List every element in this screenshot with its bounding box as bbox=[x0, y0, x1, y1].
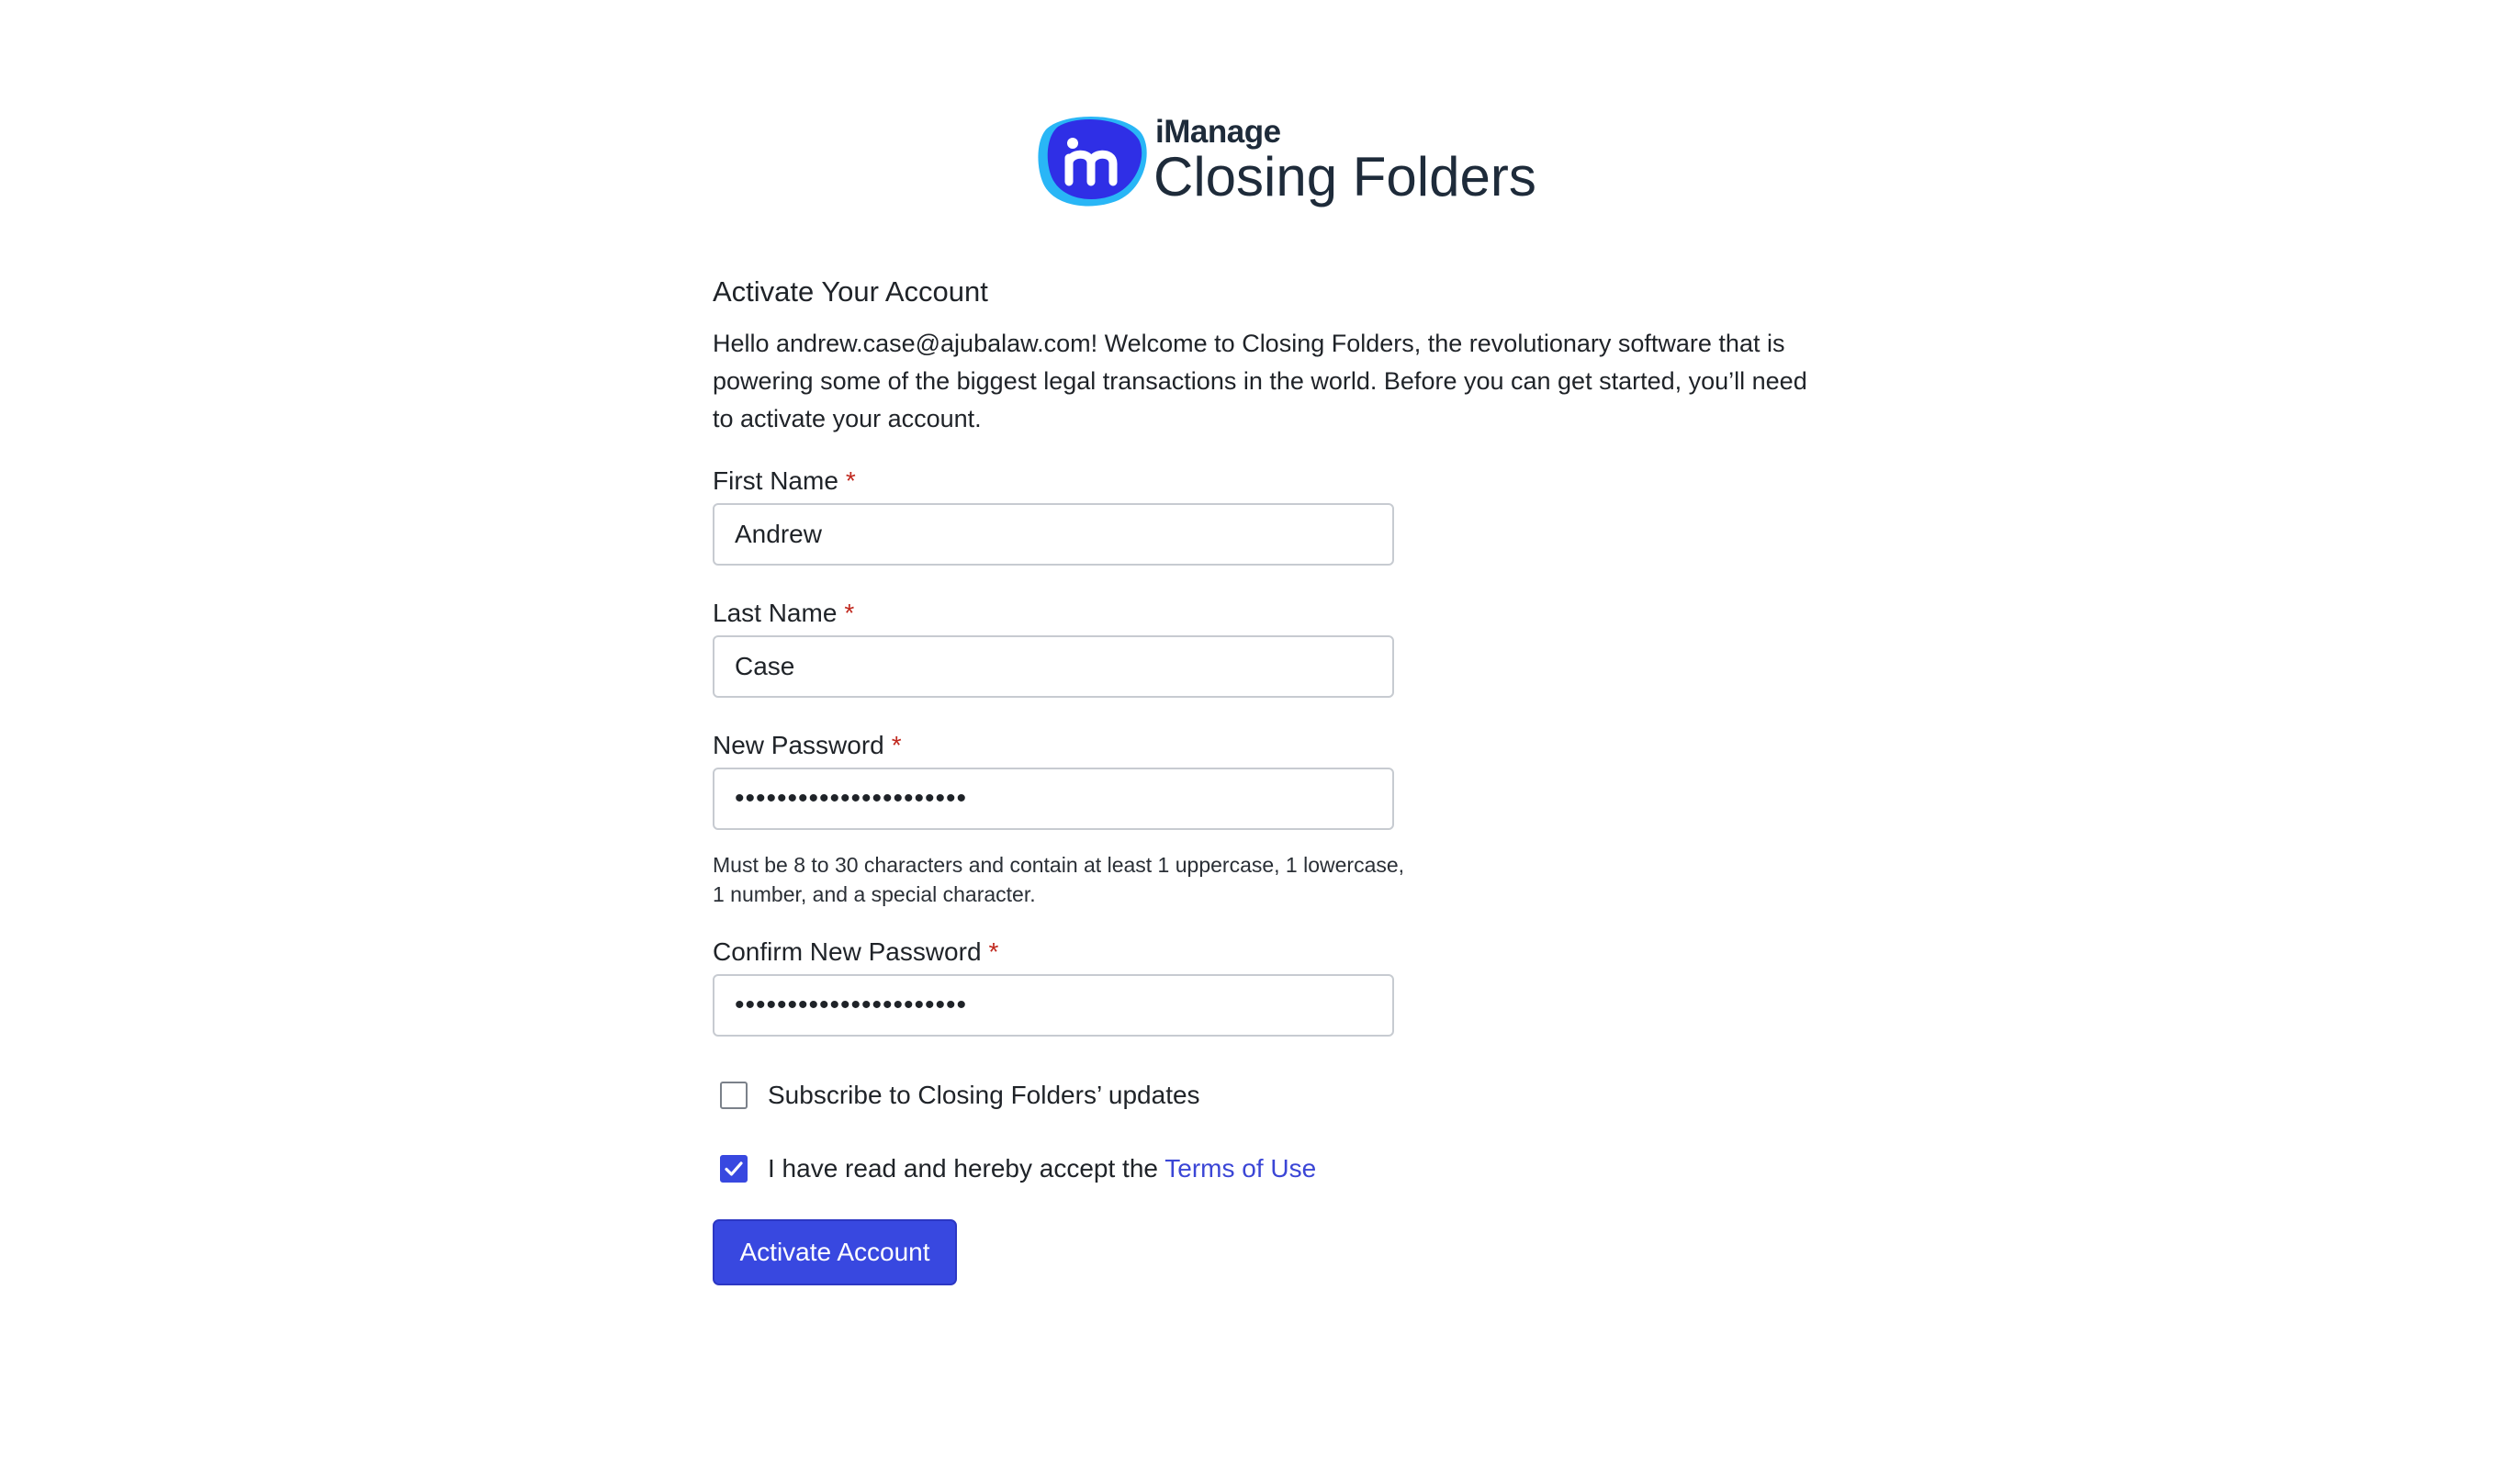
subscribe-label: Subscribe to Closing Folders’ updates bbox=[768, 1081, 1200, 1109]
new-password-label-text: New Password bbox=[713, 731, 884, 759]
last-name-input[interactable] bbox=[713, 635, 1394, 698]
confirm-password-label-text: Confirm New Password bbox=[713, 937, 982, 966]
terms-of-use-link[interactable]: Terms of Use bbox=[1164, 1154, 1316, 1183]
subscribe-option[interactable]: Subscribe to Closing Folders’ updates bbox=[720, 1077, 1200, 1114]
confirm-password-label: Confirm New Password * bbox=[713, 937, 998, 967]
checkmark-icon bbox=[725, 1161, 743, 1176]
imanage-logo-icon bbox=[1038, 116, 1147, 207]
terms-option[interactable]: I have read and hereby accept the Terms … bbox=[720, 1150, 1316, 1187]
required-marker: * bbox=[891, 731, 902, 759]
welcome-message: Hello andrew.case@ajubalaw.com! Welcome … bbox=[713, 330, 1807, 432]
password-requirements-hint: Must be 8 to 30 characters and contain a… bbox=[713, 853, 1405, 906]
logo-product-name: Closing Folders bbox=[1153, 146, 1536, 207]
terms-checkbox[interactable] bbox=[720, 1155, 748, 1183]
first-name-label-text: First Name bbox=[713, 466, 838, 495]
first-name-label: First Name * bbox=[713, 466, 856, 496]
last-name-label-text: Last Name bbox=[713, 599, 838, 627]
new-password-input[interactable] bbox=[713, 768, 1394, 830]
subscribe-checkbox[interactable] bbox=[720, 1082, 748, 1109]
app-logo: iManage Closing Folders bbox=[1038, 108, 1536, 211]
first-name-input[interactable] bbox=[713, 503, 1394, 566]
activate-account-button[interactable]: Activate Account bbox=[713, 1219, 957, 1285]
terms-label: I have read and hereby accept the Terms … bbox=[768, 1154, 1316, 1183]
page-title: Activate Your Account bbox=[713, 275, 988, 308]
last-name-label: Last Name * bbox=[713, 599, 854, 628]
new-password-label: New Password * bbox=[713, 731, 902, 760]
confirm-password-input[interactable] bbox=[713, 974, 1394, 1037]
required-marker: * bbox=[845, 466, 856, 495]
terms-label-prefix: I have read and hereby accept the bbox=[768, 1154, 1158, 1183]
required-marker: * bbox=[988, 937, 999, 966]
required-marker: * bbox=[844, 599, 855, 627]
